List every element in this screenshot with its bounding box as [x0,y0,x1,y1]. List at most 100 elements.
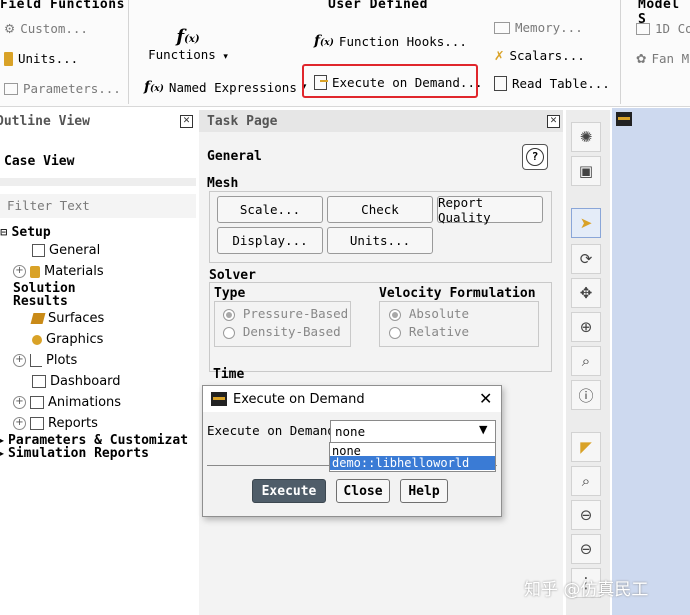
dialog-title: Execute on Demand [233,392,365,407]
close-icon[interactable]: ✕ [547,114,560,128]
ansys-logo-icon [616,112,632,126]
filter-input[interactable]: Filter Text [0,194,196,218]
help-button[interactable]: ? [522,144,548,170]
pan-icon[interactable]: ✥ [571,278,601,308]
tree-item-results[interactable]: Results [13,294,68,309]
task-page-panel: Task Page ✕ General ? Mesh Scale... Chec… [199,110,563,615]
dashboard-icon [32,375,46,388]
tree-item-animations[interactable]: + Animations [13,395,121,410]
zoom-box-icon[interactable]: ⌕ [571,466,601,496]
dropdown-option-libhelloworld[interactable]: demo::libhelloworld [330,456,495,470]
report-quality-button[interactable]: Report Quality [437,195,543,225]
parameters-button[interactable]: Parameters... [4,81,121,96]
fan-model-button[interactable]: ✿ Fan M [636,51,689,66]
solver-section-title: Solver [209,268,256,283]
tree-item-reports[interactable]: + Reports [13,416,98,431]
expand-plus-icon[interactable]: + [13,354,26,367]
close-button[interactable]: Close [336,479,390,503]
scale-button[interactable]: Scale... [217,196,323,223]
custom-field-function-button[interactable]: ⚙ Custom... [4,21,88,36]
radio-selected-icon [223,308,235,321]
read-table-button[interactable]: Read Table... [494,76,610,91]
tree-item-graphics[interactable]: Graphics [32,332,103,347]
simulation-reports-label: Simulation Reports [8,446,149,461]
view-cube-icon[interactable]: ▣ [571,156,601,186]
watermark: 知乎 @仿真民工 [524,580,649,600]
tree-item-materials[interactable]: + Materials [13,264,104,279]
memory-button[interactable]: Memory... [494,20,583,35]
udf-select[interactable]: none ▼ [330,420,496,444]
units-icon [4,51,13,66]
function-hooks-label: Function Hooks... [338,33,467,49]
radio-icon [223,326,235,339]
tree-item-setup[interactable]: ⊟ Setup [0,225,51,240]
zoom-previous-icon[interactable]: ⊖ [571,500,601,530]
help-button[interactable]: Help [400,479,448,503]
info-icon[interactable]: ⓘ [571,380,601,410]
rotate-icon[interactable]: ⟳ [571,244,601,274]
animations-label: Animations [48,395,122,410]
execute-button[interactable]: Execute [252,479,326,503]
execute-icon [314,75,328,90]
1d-coupling-label: 1D Co [655,21,690,36]
ribbon-separator [620,0,621,104]
tree-item-plots[interactable]: + Plots [13,353,77,368]
general-icon [32,244,45,257]
tree-item-simulation-reports[interactable]: ▸ Simulation Reports [0,446,149,461]
tree-item-general[interactable]: General [32,243,100,258]
fit-view-icon[interactable]: ◤ [571,432,601,462]
density-based-label: Density-Based [242,324,341,339]
surfaces-icon [30,313,46,324]
chevron-down-icon: ▾ [223,52,228,62]
check-button[interactable]: Check [327,196,433,223]
display-button[interactable]: Display... [217,227,323,254]
functions-button[interactable]: f(x) Functions ▾ [148,26,228,62]
1d-coupling-button[interactable]: 1D Co [636,21,690,36]
type-title: Type [214,286,246,301]
plots-icon [30,354,42,367]
reports-label: Reports [48,416,98,431]
read-table-label: Read Table... [512,76,610,91]
density-based-radio[interactable]: Density-Based [223,324,341,340]
settings-icon[interactable]: ✺ [571,122,601,152]
zoom-in-icon[interactable]: ⊕ [571,312,601,342]
scalars-icon: ✗ [494,48,505,63]
memory-label: Memory... [515,20,583,35]
ribbon-separator [128,0,129,104]
expand-plus-icon[interactable]: + [13,396,26,409]
close-icon[interactable]: ✕ [180,114,193,128]
close-icon[interactable]: ✕ [479,389,492,408]
results-label: Results [13,294,68,309]
filter-placeholder: Filter Text [7,198,90,213]
fx-icon: f(x) [314,33,334,49]
tree-item-surfaces[interactable]: Surfaces [30,311,104,326]
expand-plus-icon[interactable]: + [13,265,26,278]
units-button[interactable]: Units... [4,51,78,66]
execute-on-demand-button[interactable]: Execute on Demand... [314,75,483,90]
absolute-radio[interactable]: Absolute [389,306,469,322]
units-button[interactable]: Units... [327,227,433,254]
scalars-label: Scalars... [509,48,585,63]
materials-icon [30,265,40,278]
zoom-out-icon[interactable]: ⊖ [571,534,601,564]
named-expressions-button[interactable]: f(x) Named Expressions ▾ [144,79,306,95]
scalars-button[interactable]: ✗ Scalars... [494,48,585,63]
fan-icon: ✿ [636,51,647,66]
parameters-label: Parameters... [23,81,121,96]
time-title: Time [213,367,245,382]
function-hooks-button[interactable]: f(x) Function Hooks... [314,33,467,49]
execute-on-demand-label: Execute on Demand [207,423,335,438]
graphics-icon [32,334,42,345]
animations-icon [30,396,44,409]
setup-label: Setup [11,225,51,240]
tree-item-dashboard[interactable]: Dashboard [32,374,121,389]
expand-plus-icon[interactable]: + [13,417,26,430]
memory-icon [494,21,510,34]
pointer-icon[interactable]: ➤ [571,208,601,238]
general-section-title: General [207,149,262,164]
graphics-window[interactable] [612,108,690,615]
relative-radio[interactable]: Relative [389,324,469,340]
zoom-icon[interactable]: ⌕ [571,346,601,376]
radio-icon [389,326,401,339]
pressure-based-radio[interactable]: Pressure-Based [223,306,348,322]
